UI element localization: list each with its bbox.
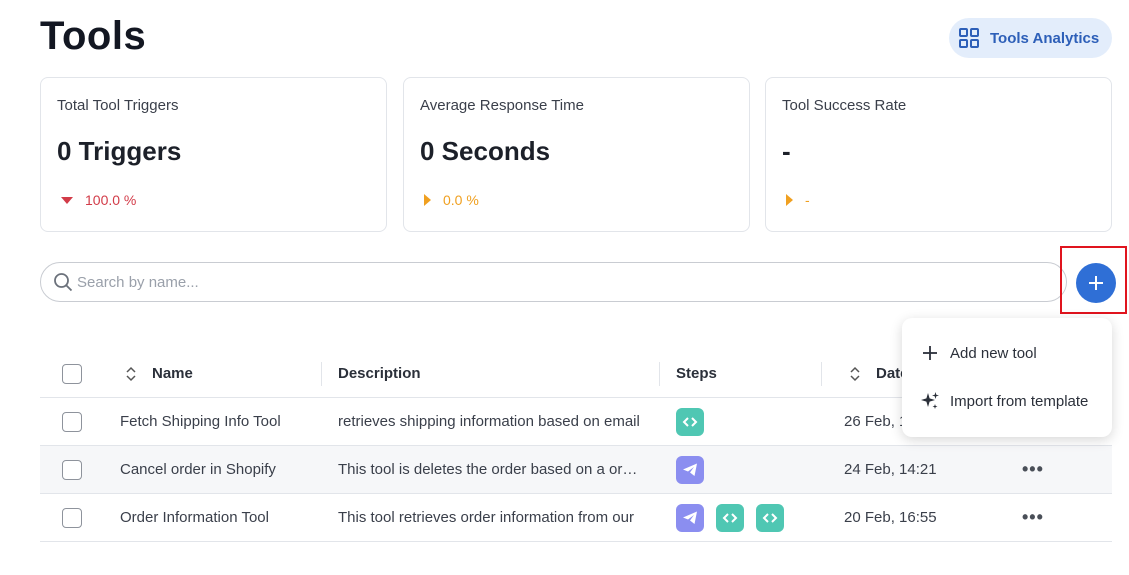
name-column-header[interactable]: Name xyxy=(124,350,193,397)
tool-name: Cancel order in Shopify xyxy=(120,461,276,478)
menu-item-import-template[interactable]: Import from template xyxy=(902,379,1112,423)
code-step-icon xyxy=(676,407,704,436)
row-checkbox[interactable] xyxy=(62,507,82,528)
search-bar xyxy=(40,262,1067,302)
menu-item-label: Add new tool xyxy=(950,344,1037,362)
plus-icon xyxy=(923,346,937,360)
more-options-icon[interactable]: ••• xyxy=(1022,507,1044,528)
send-step-icon xyxy=(676,455,704,484)
page-title: Tools xyxy=(40,14,147,58)
tools-analytics-button[interactable]: Tools Analytics xyxy=(949,18,1112,58)
trend-down-icon xyxy=(61,196,73,204)
table-row[interactable]: Order Information Tool This tool retriev… xyxy=(40,494,1112,542)
stat-delta: 100.0 % xyxy=(61,192,136,208)
stat-delta-value: 0.0 % xyxy=(443,192,479,208)
sort-icon[interactable] xyxy=(848,365,862,383)
column-divider xyxy=(821,362,822,386)
stat-card-average-response: Average Response Time 0 Seconds 0.0 % xyxy=(403,77,750,232)
tool-date: 20 Feb, 16:55 xyxy=(844,509,937,526)
tool-date: 24 Feb, 14:21 xyxy=(844,461,937,478)
stat-value: - xyxy=(782,136,791,166)
code-step-icon xyxy=(716,503,744,532)
menu-item-label: Import from template xyxy=(950,392,1089,410)
tool-description: retrieves shipping information based on … xyxy=(338,412,640,430)
more-options-icon[interactable]: ••• xyxy=(1022,459,1044,480)
stat-delta: - xyxy=(786,192,810,208)
plus-icon xyxy=(1089,276,1103,290)
search-input[interactable] xyxy=(77,273,977,291)
tool-description: This tool retrieves order information fr… xyxy=(338,508,634,526)
trend-flat-icon xyxy=(424,194,431,206)
code-step-icon xyxy=(756,503,784,532)
stat-label: Average Response Time xyxy=(420,97,584,114)
header-name: Name xyxy=(152,365,193,382)
stat-value: 0 Triggers xyxy=(57,136,182,166)
date-column-header[interactable]: Date xyxy=(848,350,909,397)
stat-delta: 0.0 % xyxy=(424,192,479,208)
table-row[interactable]: Cancel order in Shopify This tool is del… xyxy=(40,446,1112,494)
stat-label: Total Tool Triggers xyxy=(57,97,179,114)
stat-card-total-triggers: Total Tool Triggers 0 Triggers 100.0 % xyxy=(40,77,387,232)
stat-delta-value: - xyxy=(805,192,810,208)
add-tool-button[interactable] xyxy=(1076,263,1116,303)
stat-value: 0 Seconds xyxy=(420,136,551,166)
tool-date: 26 Feb, 1 xyxy=(844,413,908,430)
send-step-icon xyxy=(676,503,704,532)
trend-flat-icon xyxy=(786,194,793,206)
tool-name: Order Information Tool xyxy=(120,509,269,526)
sort-icon[interactable] xyxy=(124,365,138,383)
tool-description: This tool is deletes the order based on … xyxy=(338,460,643,478)
column-divider xyxy=(659,362,660,386)
header-steps: Steps xyxy=(676,365,717,382)
stat-label: Tool Success Rate xyxy=(782,97,907,114)
search-icon xyxy=(54,273,73,292)
row-checkbox[interactable] xyxy=(62,459,82,480)
select-all-checkbox[interactable] xyxy=(62,363,82,384)
tool-name: Fetch Shipping Info Tool xyxy=(120,413,281,430)
sparkles-icon xyxy=(921,392,939,409)
grid-icon xyxy=(959,28,979,48)
menu-item-add-new-tool[interactable]: Add new tool xyxy=(902,331,1112,375)
tools-analytics-label: Tools Analytics xyxy=(990,29,1100,47)
header-description: Description xyxy=(338,365,421,382)
column-divider xyxy=(321,362,322,386)
row-checkbox[interactable] xyxy=(62,411,82,432)
stat-card-success-rate: Tool Success Rate - - xyxy=(765,77,1112,232)
stat-delta-value: 100.0 % xyxy=(85,192,137,208)
add-tool-menu: Add new tool Import from template xyxy=(902,318,1112,437)
